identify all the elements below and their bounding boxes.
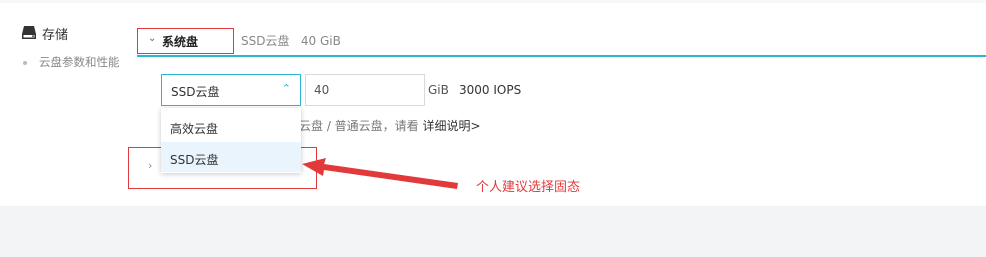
annotation-text: 个人建议选择固态 xyxy=(476,180,581,195)
dropdown-option-ssd[interactable]: SSD云盘 xyxy=(161,142,301,172)
size-unit: GiB xyxy=(428,83,449,97)
bullet-dot xyxy=(23,61,27,65)
details-link[interactable]: 详细说明> xyxy=(423,119,481,133)
system-disk-underline xyxy=(137,55,986,57)
hdd-icon xyxy=(22,26,36,39)
iops-value: 3000 IOPS xyxy=(459,83,522,97)
dropdown-option-efficiency[interactable]: 高效云盘 xyxy=(161,111,301,141)
system-disk-summary: SSD云盘 40 GiB xyxy=(241,34,341,48)
section-title: 存储 xyxy=(42,28,69,43)
system-disk-label[interactable]: 系统盘 xyxy=(162,33,198,50)
chevron-right-icon[interactable]: › xyxy=(148,159,152,172)
section-subtitle: 云盘参数和性能 xyxy=(39,55,120,69)
disk-hint: 云盘 / 普通云盘，请看 详细说明> xyxy=(299,117,481,134)
hint-text: 云盘 / 普通云盘，请看 xyxy=(299,119,423,133)
disk-type-select[interactable]: SSD云盘 ⌃ xyxy=(161,74,301,106)
chevron-down-icon[interactable]: ⌄ xyxy=(148,33,156,44)
disk-type-select-value: SSD云盘 xyxy=(171,85,220,99)
footer-area xyxy=(0,206,986,257)
disk-type-dropdown: 高效云盘 SSD云盘 xyxy=(161,108,301,173)
chevron-up-icon: ⌃ xyxy=(281,82,291,95)
disk-size-input[interactable] xyxy=(305,74,425,106)
top-divider xyxy=(0,0,986,3)
